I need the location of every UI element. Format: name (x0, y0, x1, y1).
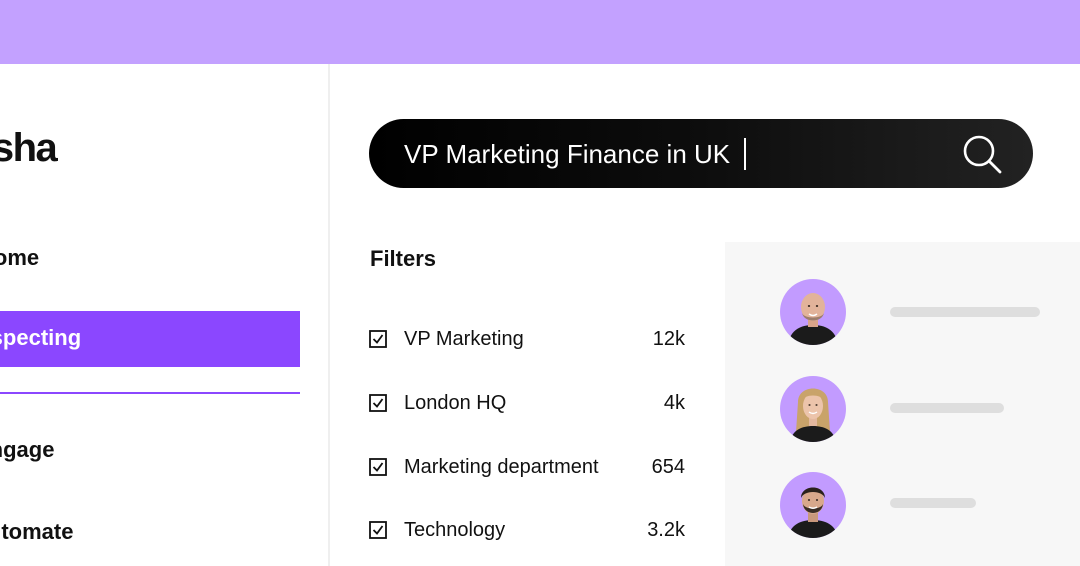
filter-row[interactable]: Marketing department 654 (369, 454, 685, 484)
result-placeholder-line (890, 498, 976, 508)
person-blonde-woman-icon (790, 388, 836, 442)
avatar[interactable] (780, 279, 846, 345)
sidebar-item-automate[interactable]: Automate (0, 519, 73, 545)
filter-count: 4k (663, 392, 685, 414)
sidebar-item-home[interactable]: Home (0, 245, 39, 271)
filter-row[interactable]: Technology 3.2k (369, 517, 685, 547)
avatar[interactable] (780, 376, 846, 442)
filters-title: Filters (370, 246, 437, 271)
text-caret (744, 138, 747, 171)
filter-row[interactable]: London HQ 4k (369, 390, 685, 420)
filter-count: 12k (652, 328, 685, 350)
search-input[interactable]: VP Marketing Finance in UK (404, 138, 747, 172)
filter-label: London HQ (404, 392, 507, 414)
results-panel (725, 242, 1080, 566)
result-placeholder-line (890, 307, 1040, 317)
avatar[interactable] (780, 472, 846, 538)
filter-label: Technology (404, 519, 506, 541)
top-bar (0, 0, 1080, 64)
active-underline (0, 392, 300, 394)
sidebar-item-label: Prospecting (0, 325, 82, 350)
filter-row[interactable]: VP Marketing 12k (369, 326, 685, 356)
person-bearded-man-icon (788, 487, 838, 538)
filter-count: 654 (651, 456, 685, 478)
checkbox-checked-icon[interactable] (369, 330, 387, 348)
sidebar-item-prospecting[interactable]: Prospecting (0, 311, 300, 367)
checkbox-checked-icon[interactable] (369, 521, 387, 539)
search-icon[interactable] (961, 133, 1003, 175)
checkbox-checked-icon[interactable] (369, 458, 387, 476)
result-placeholder-line (890, 403, 1004, 413)
filter-label: Marketing department (404, 456, 599, 478)
search-query: VP Marketing Finance in UK (404, 139, 731, 169)
person-bald-man-icon (788, 293, 838, 345)
sidebar-item-engage[interactable]: Engage (0, 437, 54, 463)
filter-count: 3.2k (647, 519, 685, 541)
checkbox-checked-icon[interactable] (369, 394, 387, 412)
filter-label: VP Marketing (404, 328, 524, 350)
search-bar[interactable]: VP Marketing Finance in UK (369, 119, 1033, 188)
logo[interactable]: Lusha (0, 126, 58, 171)
sidebar: Lusha Home Prospecting Engage Automate (0, 64, 330, 566)
